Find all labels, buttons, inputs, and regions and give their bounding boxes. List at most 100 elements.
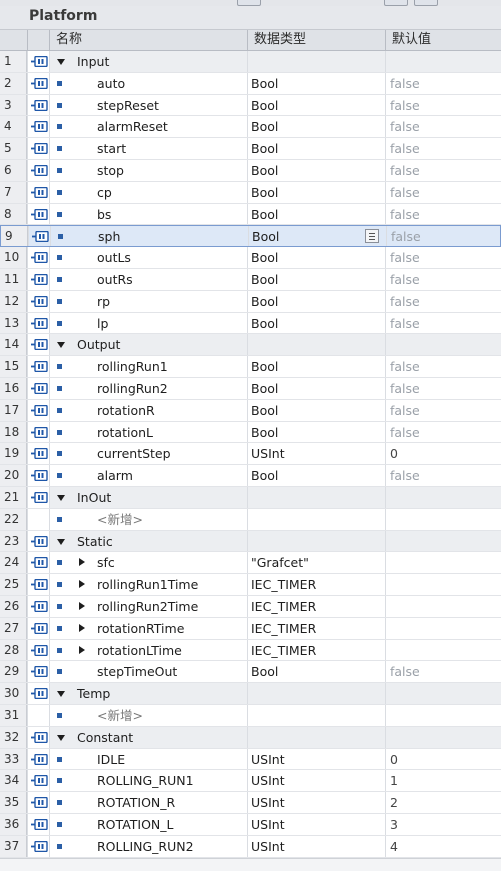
table-row[interactable]: 12 rp Bool false — [0, 290, 501, 313]
table-row[interactable]: 35 ROTATION_R USInt 2 — [0, 792, 501, 814]
variable-name[interactable]: ROTATION_L — [97, 814, 174, 835]
table-row[interactable]: 11 outRs Bool false — [0, 269, 501, 291]
default-value-cell[interactable]: false — [390, 95, 420, 116]
table-row[interactable]: 3 stepReset Bool false — [0, 94, 501, 117]
data-type-cell[interactable]: USInt — [251, 443, 285, 464]
table-row[interactable]: 24 sfc "Grafcet" — [0, 552, 501, 575]
default-value-cell[interactable]: 3 — [390, 814, 398, 835]
section-name[interactable]: Temp — [77, 683, 110, 704]
variable-name[interactable]: alarm — [97, 465, 133, 486]
default-value-cell[interactable]: false — [390, 400, 420, 421]
variable-name[interactable]: rollingRun1Time — [97, 574, 198, 595]
variable-name[interactable]: outLs — [97, 247, 131, 268]
data-type-cell[interactable]: Bool — [251, 661, 278, 682]
default-value-cell[interactable]: false — [391, 226, 421, 247]
data-type-cell[interactable]: Bool — [251, 378, 278, 399]
section-name[interactable]: Output — [77, 334, 120, 355]
data-type-cell[interactable]: USInt — [251, 749, 285, 770]
section-row[interactable]: 23 Static — [0, 530, 501, 553]
default-value-cell[interactable]: false — [390, 73, 420, 94]
default-value-cell[interactable]: false — [390, 422, 420, 443]
table-row[interactable]: 9 sph Bool false — [0, 225, 501, 248]
table-row[interactable]: 33 IDLE USInt 0 — [0, 748, 501, 771]
variable-name[interactable]: stepReset — [97, 95, 159, 116]
table-row[interactable]: 37 ROLLING_RUN2 USInt 4 — [0, 835, 501, 858]
data-type-cell[interactable]: Bool — [251, 247, 278, 268]
table-row[interactable]: 7 cp Bool false — [0, 181, 501, 204]
variable-name[interactable]: ROLLING_RUN2 — [97, 836, 194, 857]
table-row[interactable]: 34 ROLLING_RUN1 USInt 1 — [0, 770, 501, 793]
table-row[interactable]: 36 ROTATION_L USInt 3 — [0, 814, 501, 836]
collapse-triangle-icon[interactable] — [57, 538, 65, 545]
data-type-cell[interactable]: Bool — [251, 400, 278, 421]
variable-name[interactable]: stepTimeOut — [97, 661, 177, 682]
table-row[interactable]: 8 bs Bool false — [0, 203, 501, 226]
table-row[interactable]: 15 rollingRun1 Bool false — [0, 356, 501, 378]
default-value-cell[interactable]: false — [390, 116, 420, 137]
data-type-cell[interactable]: IEC_TIMER — [251, 596, 316, 617]
variable-name[interactable]: rp — [97, 291, 110, 312]
data-type-cell[interactable]: Bool — [251, 422, 278, 443]
default-value-cell[interactable]: 2 — [390, 792, 398, 813]
section-row[interactable]: 32 Constant — [0, 726, 501, 749]
expand-triangle-icon[interactable] — [79, 623, 85, 632]
collapse-triangle-icon[interactable] — [57, 495, 65, 501]
default-value-cell[interactable]: false — [390, 204, 420, 225]
default-value-cell[interactable]: 0 — [390, 443, 398, 464]
section-row[interactable]: 21 InOut — [0, 487, 501, 509]
section-row[interactable]: 1 Input — [0, 51, 501, 73]
default-value-cell[interactable]: false — [390, 356, 420, 377]
dropdown-list-icon[interactable] — [365, 229, 379, 244]
add-new-placeholder[interactable]: <新增> — [97, 705, 143, 726]
table-row[interactable]: 29 stepTimeOut Bool false — [0, 661, 501, 684]
data-type-cell[interactable]: Bool — [251, 116, 278, 137]
data-type-cell[interactable]: Bool — [251, 291, 278, 312]
section-row[interactable]: 14 Output — [0, 334, 501, 357]
default-value-cell[interactable]: false — [390, 138, 420, 159]
default-value-cell[interactable]: false — [390, 247, 420, 268]
table-row[interactable]: 27 rotationRTime IEC_TIMER — [0, 617, 501, 640]
data-type-cell[interactable]: IEC_TIMER — [251, 640, 316, 661]
table-row[interactable]: 4 alarmReset Bool false — [0, 116, 501, 139]
default-value-cell[interactable]: false — [390, 160, 420, 181]
table-row[interactable]: 25 rollingRun1Time IEC_TIMER — [0, 574, 501, 596]
default-value-cell[interactable]: false — [390, 269, 420, 290]
data-type-cell[interactable]: IEC_TIMER — [251, 618, 316, 639]
table-row[interactable]: 16 rollingRun2 Bool false — [0, 378, 501, 400]
data-type-cell[interactable]: Bool — [251, 160, 278, 181]
default-value-cell[interactable]: false — [390, 182, 420, 203]
add-new-placeholder[interactable]: <新增> — [97, 509, 143, 530]
variable-name[interactable]: rotationRTime — [97, 618, 184, 639]
table-row[interactable]: 5 start Bool false — [0, 138, 501, 160]
data-type-cell[interactable]: Bool — [251, 182, 278, 203]
data-type-cell[interactable]: Bool — [251, 73, 278, 94]
data-type-cell[interactable]: Bool — [251, 356, 278, 377]
section-name[interactable]: Static — [77, 531, 113, 552]
variable-name[interactable]: currentStep — [97, 443, 171, 464]
variable-name[interactable]: rollingRun1 — [97, 356, 168, 377]
default-value-cell[interactable]: 0 — [390, 749, 398, 770]
default-value-cell[interactable]: 1 — [390, 770, 398, 791]
table-row[interactable]: 26 rollingRun2Time IEC_TIMER — [0, 596, 501, 618]
expand-triangle-icon[interactable] — [79, 602, 85, 610]
data-type-cell[interactable]: USInt — [251, 770, 285, 791]
data-type-cell[interactable]: USInt — [251, 792, 285, 813]
variable-name[interactable]: outRs — [97, 269, 133, 290]
variable-name[interactable]: rollingRun2 — [97, 378, 168, 399]
section-name[interactable]: Constant — [77, 727, 133, 748]
data-type-cell[interactable]: Bool — [251, 95, 278, 116]
default-value-cell[interactable]: false — [390, 378, 420, 399]
header-name[interactable]: 名称 — [49, 30, 247, 50]
table-row[interactable]: 10 outLs Bool false — [0, 247, 501, 269]
section-name[interactable]: Input — [77, 51, 109, 72]
variable-name[interactable]: rollingRun2Time — [97, 596, 198, 617]
variable-name[interactable]: bs — [97, 204, 111, 225]
default-value-cell[interactable]: false — [390, 313, 420, 334]
data-type-cell[interactable]: Bool — [251, 204, 278, 225]
data-type-cell[interactable]: Bool — [251, 465, 278, 486]
table-row[interactable]: 19 currentStep USInt 0 — [0, 443, 501, 466]
table-row[interactable]: 17 rotationR Bool false — [0, 399, 501, 422]
data-type-cell[interactable]: USInt — [251, 814, 285, 835]
collapse-triangle-icon[interactable] — [57, 59, 65, 65]
variable-name[interactable]: start — [97, 138, 126, 159]
